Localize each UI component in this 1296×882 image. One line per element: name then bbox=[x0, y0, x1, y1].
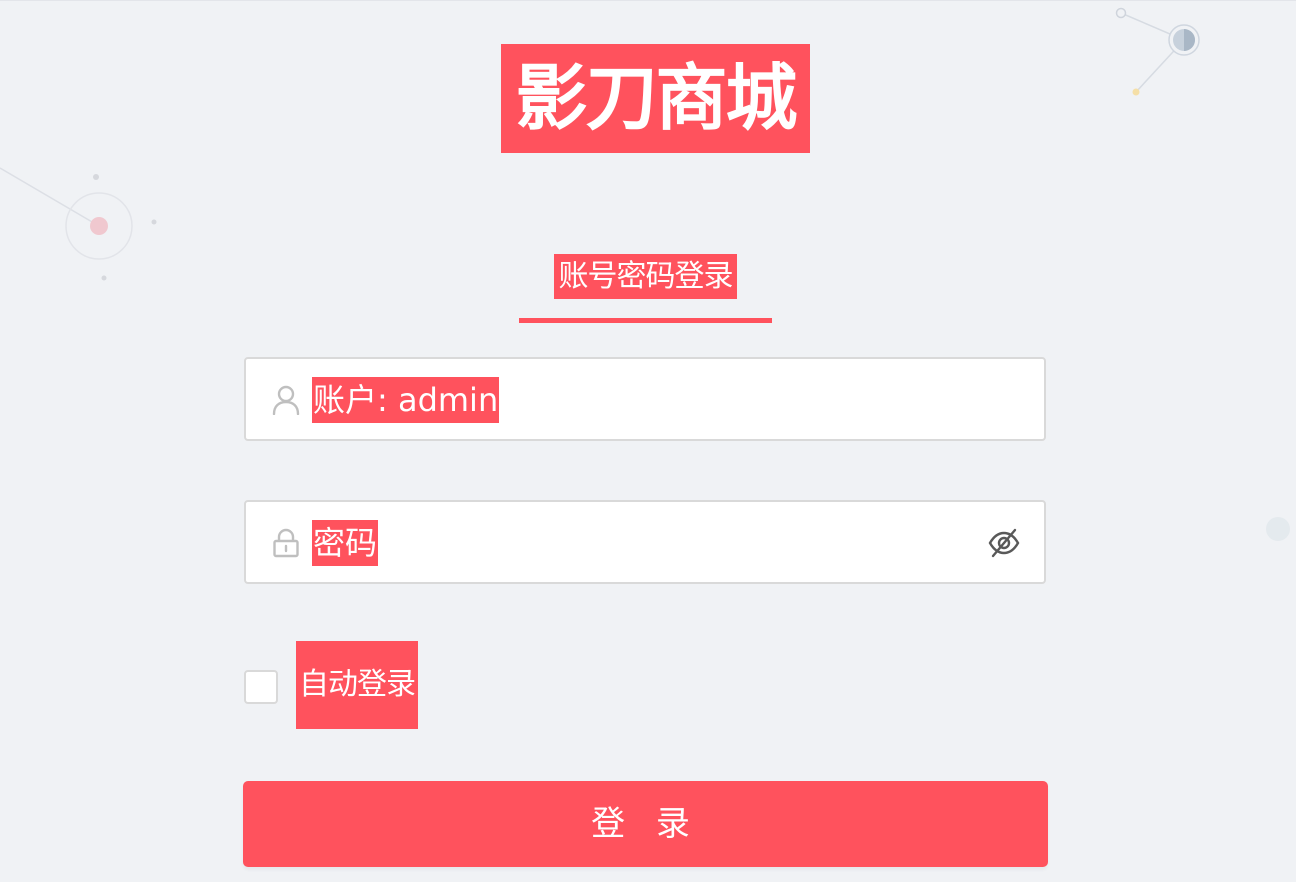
lock-icon bbox=[272, 528, 300, 558]
login-page: 影刀商城 账号密码登录 账户: admin 密码 自动登录 登 录 bbox=[0, 0, 1296, 882]
auto-login-label[interactable]: 自动登录 bbox=[296, 641, 418, 729]
login-button[interactable]: 登 录 bbox=[243, 781, 1048, 867]
password-field[interactable]: 密码 bbox=[244, 500, 1046, 584]
active-tab-indicator bbox=[519, 318, 772, 323]
username-input-value[interactable]: 账户: admin bbox=[312, 377, 500, 423]
auto-login-checkbox[interactable] bbox=[244, 670, 278, 704]
password-placeholder[interactable]: 密码 bbox=[312, 520, 379, 566]
username-field[interactable]: 账户: admin bbox=[244, 357, 1046, 441]
user-icon bbox=[272, 385, 300, 416]
tab-account-password-login[interactable]: 账号密码登录 bbox=[554, 254, 737, 299]
brand-title: 影刀商城 bbox=[501, 44, 810, 153]
eye-off-icon[interactable] bbox=[988, 527, 1020, 559]
